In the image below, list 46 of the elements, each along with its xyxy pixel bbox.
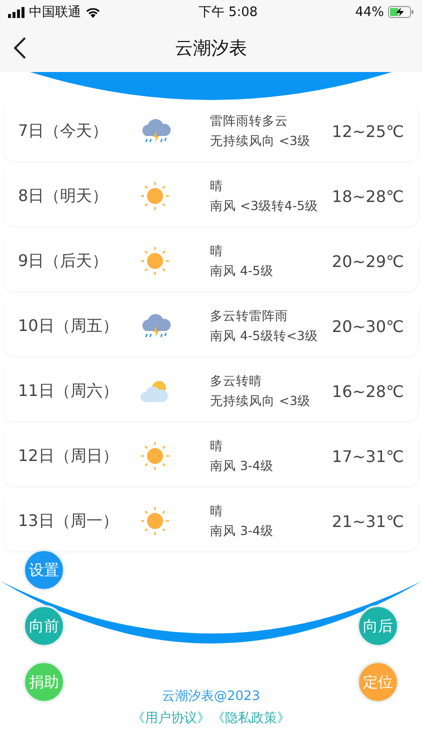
forecast-date: 9日（后天） bbox=[18, 250, 110, 272]
wind-info: 无持续风向 <3级 bbox=[210, 392, 312, 410]
clock-time: 下午 5:08 bbox=[198, 4, 258, 21]
forecast-date: 8日（明天） bbox=[18, 186, 110, 206]
round-action-button[interactable]: 向前 bbox=[23, 605, 65, 647]
temperature-range: 12~25℃ bbox=[330, 122, 404, 140]
sun-icon bbox=[140, 246, 170, 276]
round-action-button[interactable]: 捐助 bbox=[23, 661, 65, 703]
policy-link[interactable]: 《隐私政策》 bbox=[212, 709, 290, 727]
wind-info: 南风 <3级转4-5级 bbox=[210, 198, 318, 214]
weather-condition: 多云转晴 bbox=[210, 372, 263, 390]
round-action-button[interactable]: 向后 bbox=[357, 605, 399, 647]
signal-icon bbox=[8, 6, 25, 18]
forecast-date: 12日（周日） bbox=[18, 446, 120, 466]
weather-condition: 晴 bbox=[210, 242, 224, 260]
temperature-range: 20~30℃ bbox=[330, 316, 404, 336]
temperature-range: 18~28℃ bbox=[330, 186, 404, 206]
copyright-text: 云潮汐表@2023 bbox=[162, 688, 260, 705]
forecast-date: 7日（今天） bbox=[18, 120, 110, 142]
policy-link[interactable]: 《用户协议》 bbox=[132, 709, 210, 727]
forecast-date: 11日（周六） bbox=[18, 380, 120, 402]
sun-icon bbox=[140, 506, 170, 536]
battery-percent: 44% bbox=[355, 4, 384, 20]
wind-info: 南风 3-4级 bbox=[210, 458, 274, 474]
round-action-button[interactable]: 设置 bbox=[23, 549, 65, 591]
page-title: 云潮汐表 bbox=[175, 37, 247, 60]
weather-condition: 晴 bbox=[210, 178, 224, 194]
weather-condition: 晴 bbox=[210, 438, 224, 454]
carrier-name: 中国联通 bbox=[29, 4, 81, 21]
temperature-range: 16~28℃ bbox=[330, 382, 404, 400]
sun-icon bbox=[140, 181, 170, 211]
round-action-button[interactable]: 定位 bbox=[357, 661, 399, 703]
wind-info: 南风 4-5级 bbox=[210, 262, 274, 280]
sun-icon bbox=[140, 441, 170, 471]
temperature-range: 21~31℃ bbox=[330, 512, 404, 530]
weather-condition: 晴 bbox=[210, 502, 224, 520]
wind-info: 无持续风向 <3级 bbox=[210, 132, 312, 150]
temperature-range: 20~29℃ bbox=[330, 252, 404, 270]
forecast-date: 10日（周五） bbox=[18, 316, 120, 336]
wind-info: 南风 3-4级 bbox=[210, 522, 274, 540]
temperature-range: 17~31℃ bbox=[330, 446, 404, 466]
wind-info: 南风 4-5级转<3级 bbox=[210, 328, 318, 344]
forecast-date: 13日（周一） bbox=[18, 510, 120, 532]
wifi-icon bbox=[85, 6, 101, 18]
weather-condition: 雷阵雨转多云 bbox=[210, 112, 289, 130]
weather-condition: 多云转雷阵雨 bbox=[210, 308, 289, 324]
